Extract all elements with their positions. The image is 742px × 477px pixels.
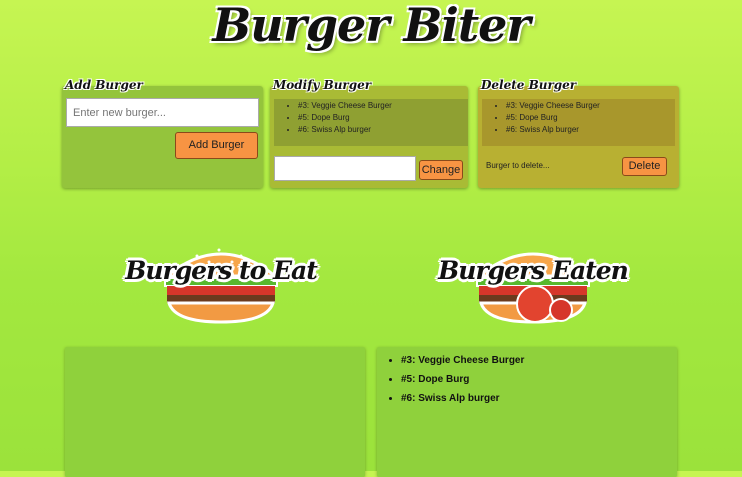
new-burger-input[interactable] [66, 98, 259, 127]
burgers-eaten-label: Burgers Eaten [438, 256, 629, 285]
list-item[interactable]: #6: Swiss Alp burger [401, 389, 677, 408]
delete-burger-title: Delete Burger [481, 78, 577, 92]
list-item[interactable]: #6: Swiss Alp burger [506, 124, 675, 136]
add-burger-panel: Add Burger Add Burger [62, 78, 263, 188]
add-burger-button[interactable]: Add Burger [175, 132, 258, 159]
list-item[interactable]: #6: Swiss Alp burger [298, 124, 468, 136]
modify-burger-title: Modify Burger [273, 78, 372, 92]
delete-button[interactable]: Delete [622, 157, 667, 176]
burgers-to-eat-label: Burgers to Eat [125, 256, 318, 285]
list-item[interactable]: #5: Dope Burg [401, 370, 677, 389]
list-item[interactable]: #5: Dope Burg [298, 112, 468, 124]
burgers-to-eat-list [65, 347, 365, 477]
list-item[interactable]: #5: Dope Burg [506, 112, 675, 124]
list-item[interactable]: #3: Veggie Cheese Burger [401, 351, 677, 370]
modify-burger-list[interactable]: #3: Veggie Cheese Burger#5: Dope Burg#6:… [274, 99, 468, 146]
modify-burger-panel: Modify Burger #3: Veggie Cheese Burger#5… [270, 78, 468, 188]
burgers-eaten-list: #3: Veggie Cheese Burger#5: Dope Burg#6:… [377, 347, 677, 477]
change-button[interactable]: Change [419, 160, 463, 180]
modify-burger-input[interactable] [274, 156, 416, 181]
app-title: Burger Biter [212, 0, 530, 52]
delete-burger-list[interactable]: #3: Veggie Cheese Burger#5: Dope Burg#6:… [482, 99, 675, 146]
delete-burger-panel: Delete Burger #3: Veggie Cheese Burger#5… [478, 78, 679, 188]
add-burger-title: Add Burger [65, 78, 143, 92]
list-item[interactable]: #3: Veggie Cheese Burger [506, 100, 675, 112]
list-item[interactable]: #3: Veggie Cheese Burger [298, 100, 468, 112]
delete-burger-select[interactable]: Burger to delete... [486, 161, 550, 170]
